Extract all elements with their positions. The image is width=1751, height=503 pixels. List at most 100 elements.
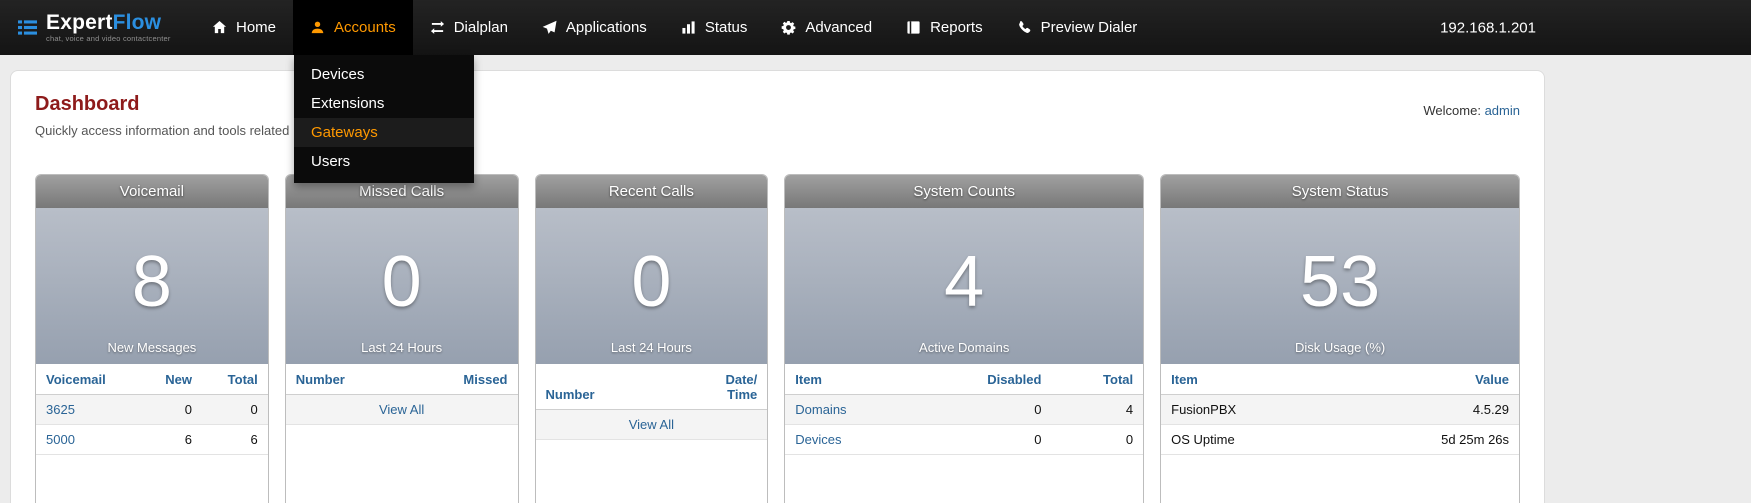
accounts-menu-item-gateways[interactable]: Gateways (294, 118, 474, 147)
page-header: Dashboard Quickly access information and… (35, 93, 1520, 138)
card-table: NumberMissed View All (286, 364, 518, 425)
accounts-menu-item-users[interactable]: Users (294, 147, 474, 176)
brand-name-bold: Expert (46, 11, 113, 34)
user-icon (310, 20, 325, 35)
brand-tagline: chat, voice and video contactcenter (46, 34, 171, 43)
card-number-label: Disk Usage (%) (1161, 340, 1519, 355)
value-cell: 0 (141, 395, 202, 425)
nav-item-reports[interactable]: Reports (889, 0, 1000, 55)
value-cell: 6 (202, 425, 268, 455)
value-cell: 6 (141, 425, 202, 455)
column-header: Disabled (916, 364, 1052, 395)
nav-item-applications[interactable]: Applications (525, 0, 664, 55)
column-header: Total (202, 364, 268, 395)
brand-logo[interactable]: ExpertFlow chat, voice and video contact… (0, 0, 195, 55)
card-hero: 4 Active Domains (785, 208, 1143, 364)
card-title: System Status (1161, 175, 1519, 208)
table-row: Domains 04 (785, 395, 1143, 425)
welcome-user-link[interactable]: admin (1485, 103, 1520, 118)
top-navbar: ExpertFlow chat, voice and video contact… (0, 0, 1751, 55)
nav-item-label: Dialplan (454, 19, 508, 36)
card-big-number: 0 (631, 246, 671, 318)
table-row: FusionPBX4.5.29 (1161, 395, 1519, 425)
card-table: ItemValueFusionPBX4.5.29OS Uptime5d 25m … (1161, 364, 1519, 455)
page-subtitle: Quickly access information and tools rel… (35, 123, 289, 138)
column-header: Number (286, 364, 406, 395)
table-row: OS Uptime5d 25m 26s (1161, 425, 1519, 455)
phone-icon (1017, 20, 1032, 35)
chart-icon (681, 20, 696, 35)
table-header-row: NumberMissed (286, 364, 518, 395)
card-big-number: 53 (1300, 246, 1380, 318)
card-hero: 53 Disk Usage (%) (1161, 208, 1519, 364)
nav-item-home[interactable]: Home (195, 0, 293, 55)
row-link[interactable]: Domains (795, 402, 846, 417)
row-link[interactable]: 3625 (46, 402, 75, 417)
value-cell: 5d 25m 26s (1337, 425, 1519, 455)
card-hero: 0Last 24 Hours (536, 208, 768, 364)
row-label-cell: FusionPBX (1161, 395, 1337, 425)
card-big-number: 4 (944, 246, 984, 318)
gear-icon (781, 20, 796, 35)
card-system-status: System Status 53 Disk Usage (%) ItemValueFu… (1160, 174, 1520, 503)
welcome-label: Welcome: (1423, 103, 1481, 118)
server-ip: 192.168.1.201 (1440, 19, 1536, 36)
column-header: Item (1161, 364, 1337, 395)
page-title-block: Dashboard Quickly access information and… (35, 93, 289, 138)
card-table: VoicemailNewTotal362500500066 (36, 364, 268, 455)
table-header-row: NumberDate/ Time (536, 364, 768, 410)
view-all-link[interactable]: View All (629, 417, 674, 432)
accounts-menu-item-extensions[interactable]: Extensions (294, 89, 474, 118)
card-table: ItemDisabledTotalDomains04Devices00 (785, 364, 1143, 455)
column-header: Voicemail (36, 364, 141, 395)
nav-item-label: Home (236, 19, 276, 36)
card-hero: 8New Messages (36, 208, 268, 364)
nav-item-status[interactable]: Status (664, 0, 765, 55)
view-all-cell: View All (536, 410, 768, 440)
value-cell: 0 (202, 395, 268, 425)
page: ExpertFlow chat, voice and video contact… (0, 0, 1751, 503)
view-all-row: View All (286, 395, 518, 425)
row-link[interactable]: Devices (795, 432, 841, 447)
column-header: Number (536, 364, 668, 410)
card-title: Voicemail (36, 175, 268, 208)
main-nav: Home Accounts Dialplan Applications StatusAd… (195, 0, 1154, 55)
table-row: Devices00 (785, 425, 1143, 455)
row-label-cell: Domains (785, 395, 915, 425)
dashboard-cards: Voicemail8New MessagesVoicemailNewTotal3… (35, 174, 1520, 503)
brand-name-accent: Flow (113, 11, 162, 34)
column-header: Date/ Time (668, 364, 767, 410)
accounts-menu-item-devices[interactable]: Devices (294, 60, 474, 89)
view-all-row: View All (536, 410, 768, 440)
card-number-label: Last 24 Hours (286, 340, 518, 355)
view-all-link[interactable]: View All (379, 402, 424, 417)
nav-item-label: Applications (566, 19, 647, 36)
welcome-line: Welcome: admin (1423, 93, 1520, 118)
card-title: Recent Calls (536, 175, 768, 208)
table-header-row: ItemValue (1161, 364, 1519, 395)
page-title: Dashboard (35, 93, 289, 116)
transfer-icon (430, 20, 445, 35)
card-big-number: 8 (132, 246, 172, 318)
card-system-counts: System Counts4Active DomainsItemDisabled… (784, 174, 1144, 503)
value-cell: 4.5.29 (1337, 395, 1519, 425)
nav-item-accounts[interactable]: Accounts (293, 0, 413, 55)
card-table: NumberDate/ Time View All (536, 364, 768, 440)
card-missed-calls: Missed Calls0Last 24 HoursNumberMissedVi… (285, 174, 519, 503)
row-label-cell: Devices (785, 425, 915, 455)
nav-item-label: Reports (930, 19, 983, 36)
value-cell: 4 (1051, 395, 1143, 425)
nav-item-advanced[interactable]: Advanced (764, 0, 889, 55)
content-panel: Dashboard Quickly access information and… (10, 70, 1545, 503)
card-number-label: Active Domains (785, 340, 1143, 355)
nav-item-label: Preview Dialer (1041, 19, 1138, 36)
card-voicemail: Voicemail8New MessagesVoicemailNewTotal3… (35, 174, 269, 503)
brand-text: ExpertFlow chat, voice and video contact… (46, 12, 171, 43)
row-link[interactable]: 5000 (46, 432, 75, 447)
value-cell: 0 (916, 395, 1052, 425)
row-label-cell: OS Uptime (1161, 425, 1337, 455)
nav-item-dialplan[interactable]: Dialplan (413, 0, 525, 55)
card-title: System Counts (785, 175, 1143, 208)
nav-item-preview-dialer[interactable]: Preview Dialer (1000, 0, 1155, 55)
row-label-cell: 3625 (36, 395, 141, 425)
